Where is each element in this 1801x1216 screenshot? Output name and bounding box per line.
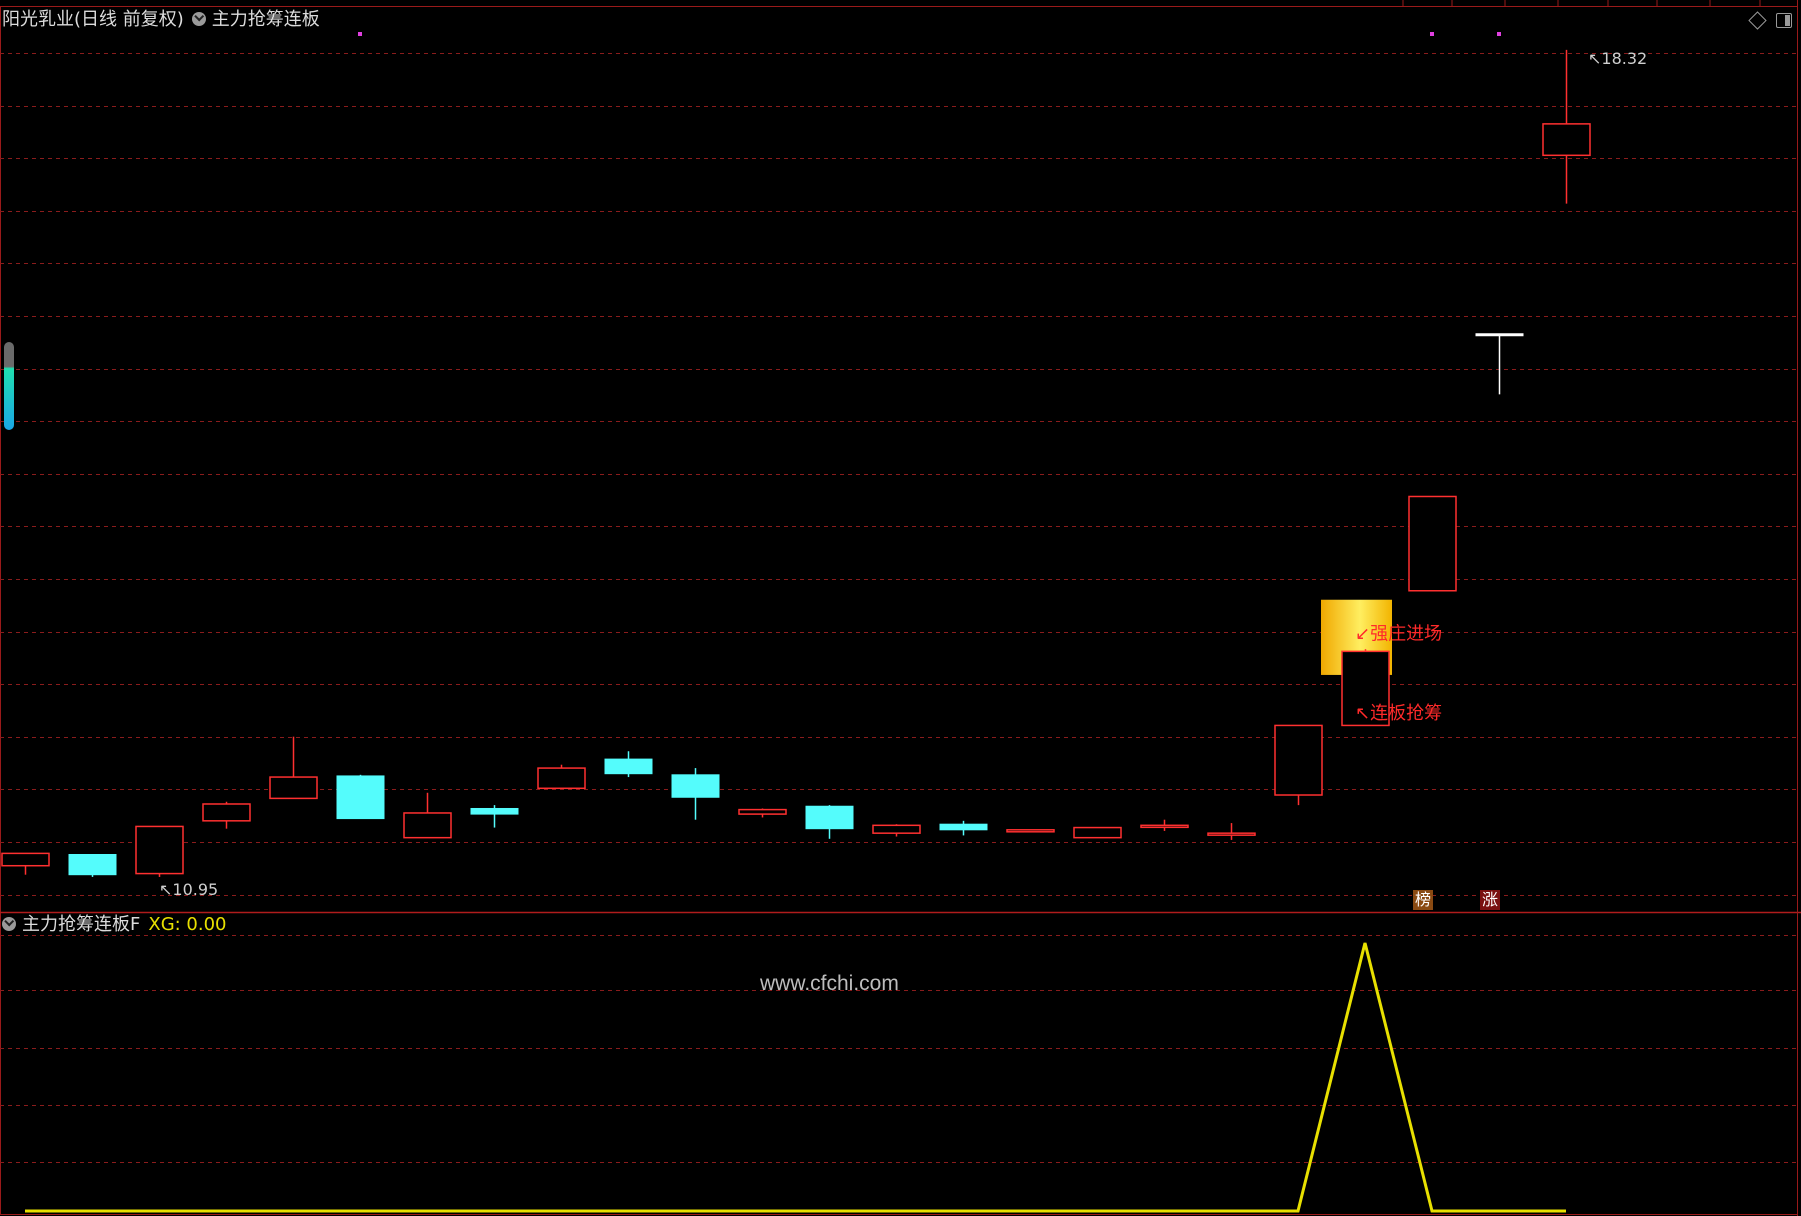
candle-body <box>1140 824 1189 829</box>
candle-body <box>336 775 385 820</box>
zhang-badge[interactable]: 涨 <box>1480 890 1500 910</box>
chart-canvas: ↖18.32 ↖10.95 ↙强庄进场 ↖连板抢筹 <box>0 0 1801 1216</box>
candle-body <box>1 852 50 867</box>
candle-body <box>738 808 787 815</box>
candle-body <box>135 825 184 875</box>
marker-dot <box>1497 32 1501 36</box>
indicator-header: 主力抢筹连板F XG: 0.00 <box>2 915 227 935</box>
candle-body <box>269 776 318 800</box>
indicator-name[interactable]: 主力抢筹连板 <box>212 9 320 30</box>
chart-frame <box>0 6 1798 1215</box>
candle-body <box>1542 123 1591 157</box>
indicator-dropdown-icon[interactable] <box>2 917 16 931</box>
candle-body <box>1006 829 1055 833</box>
candle-body <box>872 824 921 834</box>
panel-toggle-icon[interactable] <box>1776 13 1792 28</box>
dropdown-icon[interactable] <box>191 12 206 26</box>
chart-header: 阳光乳业(日线 前复权) 主力抢筹连板 <box>2 10 320 30</box>
low-price-label: ↖10.95 <box>159 880 218 899</box>
candle-body <box>470 807 519 815</box>
signal-label: ↖连板抢筹 <box>1355 703 1442 724</box>
marker-dot <box>358 32 362 36</box>
candle-body <box>68 853 117 876</box>
candle-body <box>671 774 720 798</box>
signal-label: ↙强庄进场 <box>1355 623 1442 644</box>
marker-dot <box>1430 32 1434 36</box>
candle-body <box>805 805 854 830</box>
candle-body <box>939 823 988 831</box>
bang-badge[interactable]: 榜 <box>1413 890 1433 910</box>
high-price-label: ↖18.32 <box>1588 49 1647 68</box>
xg-value: XG: 0.00 <box>148 914 227 935</box>
candle-body <box>1207 832 1256 836</box>
scroll-handle[interactable] <box>4 342 14 430</box>
candle-body <box>1073 826 1122 839</box>
candle-body <box>1475 333 1524 337</box>
candle-body <box>537 767 586 790</box>
stock-title: 阳光乳业(日线 前复权) <box>2 9 184 30</box>
candle-body <box>1274 724 1323 796</box>
watermark: www.cfchi.com <box>760 972 899 995</box>
candle-body <box>1408 495 1457 592</box>
indicator-title[interactable]: 主力抢筹连板F <box>22 914 140 935</box>
candle-body <box>403 812 452 839</box>
candle-body <box>202 803 251 822</box>
candle-body <box>604 758 653 775</box>
